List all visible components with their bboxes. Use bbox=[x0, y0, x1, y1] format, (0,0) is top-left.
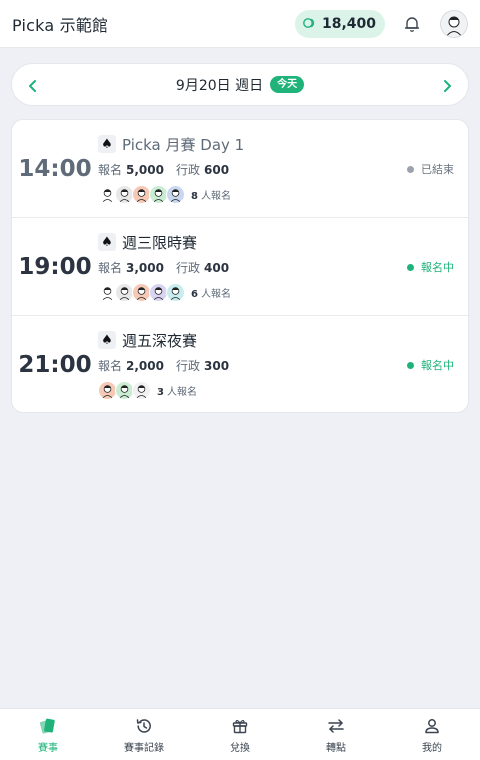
nav-label: 轉點 bbox=[326, 742, 346, 754]
player-count: 6 人報名 bbox=[191, 285, 231, 300]
today-badge: 今天 bbox=[270, 76, 305, 93]
date-display: 9月20日 週日 今天 bbox=[175, 75, 305, 95]
fee-value: 5,000 bbox=[126, 163, 164, 177]
points-value: 18,400 bbox=[321, 15, 376, 32]
status-text: 報名中 bbox=[421, 261, 454, 274]
fee-label: 報名 bbox=[98, 163, 123, 177]
event-card[interactable]: 19:00 ♠ 週三限時賽 報名 3,000 行政 400 6 人報名 報名中 bbox=[12, 218, 468, 316]
player-avatar bbox=[166, 282, 185, 302]
event-list: 14:00 ♠ Picka 月賽 Day 1 報名 5,000 行政 600 8… bbox=[11, 119, 469, 413]
nav-item-events[interactable]: 賽事 bbox=[0, 709, 96, 760]
player-avatars bbox=[98, 380, 151, 400]
event-time: 21:00 bbox=[18, 352, 92, 378]
header-actions: 18,400 bbox=[294, 9, 468, 38]
status-text: 已結束 bbox=[421, 163, 454, 176]
fee-value: 2,000 bbox=[126, 359, 164, 373]
date-selector: 9月20日 週日 今天 bbox=[11, 63, 469, 106]
fee-label: 報名 bbox=[98, 359, 123, 373]
nav-label: 賽事 bbox=[38, 742, 58, 754]
admin-label: 行政 bbox=[175, 163, 200, 177]
nav-item-redeem[interactable]: 兌換 bbox=[192, 709, 288, 760]
history-icon bbox=[135, 716, 153, 736]
event-title: Picka 月賽 Day 1 bbox=[122, 135, 245, 154]
user-icon bbox=[423, 716, 441, 736]
player-count-number: 8 bbox=[191, 190, 198, 202]
player-count-suffix: 人報名 bbox=[200, 288, 231, 300]
status-text: 報名中 bbox=[421, 359, 454, 372]
status-badge: 報名中 bbox=[407, 316, 454, 412]
player-count-suffix: 人報名 bbox=[200, 190, 231, 202]
status-dot bbox=[407, 165, 414, 173]
event-card[interactable]: 21:00 ♠ 週五深夜賽 報名 2,000 行政 300 3 人報名 報名中 bbox=[12, 316, 468, 412]
coin-icon bbox=[303, 14, 322, 33]
avatar-icon[interactable] bbox=[440, 9, 468, 38]
admin-value: 600 bbox=[204, 163, 230, 177]
status-badge: 報名中 bbox=[407, 218, 454, 316]
transfer-icon bbox=[326, 716, 346, 736]
fee-label: 報名 bbox=[98, 261, 123, 275]
admin-value: 300 bbox=[204, 359, 230, 373]
player-count: 8 人報名 bbox=[191, 187, 231, 202]
event-card[interactable]: 14:00 ♠ Picka 月賽 Day 1 報名 5,000 行政 600 8… bbox=[12, 120, 468, 218]
player-avatar bbox=[132, 380, 151, 400]
spade-icon: ♠ bbox=[98, 135, 116, 153]
points-balance[interactable]: 18,400 bbox=[294, 9, 385, 38]
player-avatars bbox=[98, 282, 185, 302]
player-count-suffix: 人報名 bbox=[166, 386, 197, 398]
chevron-right-icon[interactable] bbox=[426, 64, 468, 107]
brand-title: Picka 示範館 bbox=[12, 15, 109, 35]
admin-label: 行政 bbox=[175, 359, 200, 373]
player-avatars bbox=[98, 184, 185, 204]
event-title: 週五深夜賽 bbox=[122, 331, 198, 350]
gift-icon bbox=[231, 716, 249, 736]
status-badge: 已結束 bbox=[407, 120, 454, 218]
spade-icon: ♠ bbox=[98, 331, 116, 349]
player-count: 3 人報名 bbox=[157, 383, 197, 398]
admin-label: 行政 bbox=[175, 261, 200, 275]
player-count-number: 3 bbox=[157, 386, 164, 398]
status-dot bbox=[407, 263, 414, 271]
cards-icon bbox=[38, 716, 58, 736]
event-time: 19:00 bbox=[18, 254, 92, 280]
event-time: 14:00 bbox=[18, 156, 92, 182]
fee-value: 3,000 bbox=[126, 261, 164, 275]
app-header: Picka 示範館 18,400 bbox=[0, 0, 480, 48]
bottom-nav: 賽事 賽事記錄 兌換 轉點 我的 bbox=[0, 708, 480, 760]
event-title: 週三限時賽 bbox=[122, 233, 198, 252]
bell-icon[interactable] bbox=[401, 13, 423, 35]
nav-item-profile[interactable]: 我的 bbox=[384, 709, 480, 760]
player-avatar bbox=[166, 184, 185, 204]
nav-item-transfer[interactable]: 轉點 bbox=[288, 709, 384, 760]
nav-label: 我的 bbox=[422, 742, 442, 754]
nav-label: 賽事記錄 bbox=[124, 742, 164, 754]
date-text: 9月20日 週日 bbox=[175, 77, 264, 94]
nav-label: 兌換 bbox=[230, 742, 250, 754]
player-count-number: 6 bbox=[191, 288, 198, 300]
nav-item-history[interactable]: 賽事記錄 bbox=[96, 709, 192, 760]
status-dot bbox=[407, 361, 414, 369]
spade-icon: ♠ bbox=[98, 233, 116, 251]
chevron-left-icon[interactable] bbox=[12, 64, 54, 107]
admin-value: 400 bbox=[204, 261, 230, 275]
